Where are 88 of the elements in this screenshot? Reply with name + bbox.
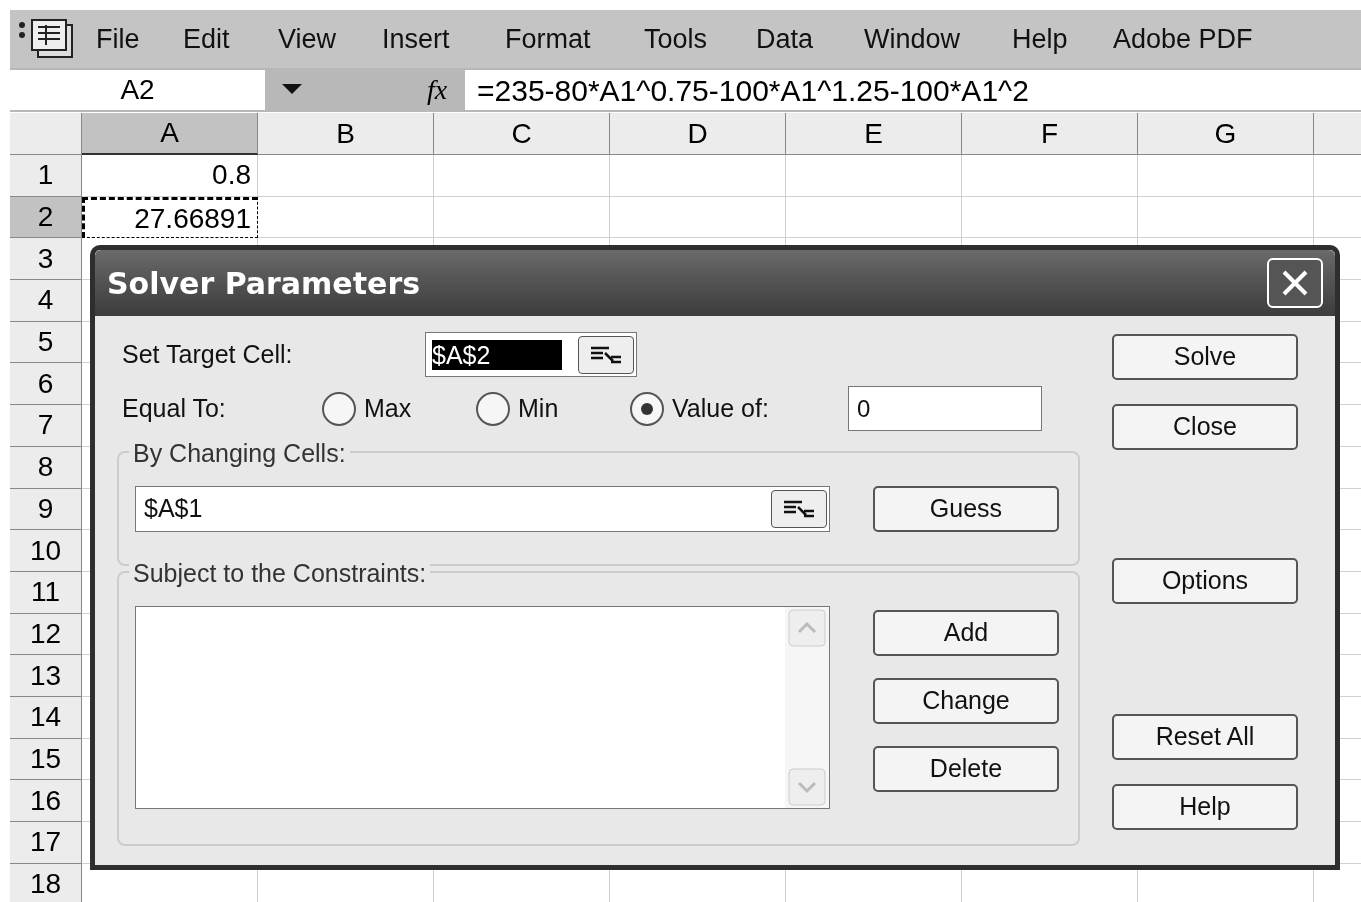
row-header[interactable]: 12 xyxy=(10,613,82,656)
column-header[interactable] xyxy=(1314,113,1361,155)
table-cell[interactable] xyxy=(258,196,434,239)
row-header[interactable]: 7 xyxy=(10,405,82,447)
changing-cells-value: $A$1 xyxy=(144,493,203,525)
table-cell[interactable] xyxy=(962,155,1138,197)
scroll-down-icon[interactable] xyxy=(788,768,826,806)
row-header[interactable]: 18 xyxy=(10,863,82,902)
menu-item[interactable]: Insert xyxy=(382,18,505,60)
menu-item[interactable]: Format xyxy=(505,18,644,60)
row-header[interactable]: 8 xyxy=(10,446,82,489)
row-header[interactable]: 6 xyxy=(10,363,82,406)
table-cell[interactable] xyxy=(786,196,962,239)
row-header[interactable]: 14 xyxy=(10,696,82,739)
guess-button[interactable]: Guess xyxy=(873,486,1059,532)
value-of-field[interactable]: 0 xyxy=(848,386,1042,431)
column-header[interactable]: B xyxy=(258,113,434,155)
insert-function-button[interactable]: fx xyxy=(427,69,465,111)
select-all-corner[interactable] xyxy=(10,113,82,155)
collapse-dialog-button[interactable] xyxy=(578,335,634,374)
table-cell[interactable] xyxy=(610,196,786,239)
changing-cells-field[interactable]: $A$1 xyxy=(135,486,830,532)
column-header[interactable]: F xyxy=(962,113,1138,155)
formula-field[interactable]: =235-80*A1^0.75-100*A1^1.25-100*A1^2 xyxy=(465,70,1361,110)
equal-to-label: Equal To: xyxy=(121,392,227,424)
row-header[interactable]: 11 xyxy=(10,571,82,614)
range-select-icon xyxy=(782,499,816,519)
column-header[interactable]: A xyxy=(82,113,258,155)
dialog-button[interactable]: Close xyxy=(1112,404,1298,450)
constraint-button[interactable]: Change xyxy=(873,678,1059,724)
table-cell[interactable]: 27.66891 xyxy=(82,196,258,239)
name-box[interactable]: A2 xyxy=(10,70,265,110)
row-header[interactable]: 10 xyxy=(10,530,82,572)
column-header[interactable]: G xyxy=(1138,113,1314,155)
radio-button[interactable] xyxy=(630,391,664,426)
row-header[interactable]: 16 xyxy=(10,780,82,822)
constraint-button[interactable]: Delete xyxy=(873,746,1059,792)
menu-item[interactable]: Data xyxy=(756,18,864,60)
dialog-title: Solver Parameters xyxy=(107,264,421,303)
radio-option[interactable]: Max xyxy=(322,389,476,428)
collapse-dialog-button[interactable] xyxy=(771,490,827,528)
row-header[interactable]: 2 xyxy=(10,196,82,239)
range-select-icon xyxy=(589,344,623,365)
table-cell[interactable] xyxy=(786,155,962,197)
close-button[interactable] xyxy=(1267,258,1323,308)
table-cell[interactable] xyxy=(434,155,610,197)
row-header[interactable]: 5 xyxy=(10,321,82,364)
constraints-list[interactable] xyxy=(135,606,830,809)
menu-item[interactable]: Tools xyxy=(644,18,756,60)
menu-item[interactable]: File xyxy=(96,18,183,60)
table-cell[interactable] xyxy=(610,155,786,197)
table-cell[interactable] xyxy=(258,155,434,197)
column-header[interactable]: E xyxy=(786,113,962,155)
constraint-button[interactable]: Add xyxy=(873,610,1059,656)
menu-item[interactable]: Adobe PDF xyxy=(1113,18,1273,60)
column-header[interactable]: C xyxy=(434,113,610,155)
row-header[interactable]: 3 xyxy=(10,238,82,281)
table-cell[interactable] xyxy=(434,196,610,239)
scrollbar[interactable] xyxy=(785,607,829,808)
close-icon xyxy=(1280,268,1310,298)
table-cell[interactable]: 0.8 xyxy=(82,155,258,197)
row-header[interactable]: 13 xyxy=(10,655,82,697)
table-cell[interactable] xyxy=(962,196,1138,239)
target-cell-label: Set Target Cell: xyxy=(121,338,294,370)
dialog-button[interactable]: Solve xyxy=(1112,334,1298,380)
column-header[interactable]: D xyxy=(610,113,786,155)
radio-button[interactable] xyxy=(476,391,510,426)
table-cell[interactable] xyxy=(1138,196,1314,239)
menu-item[interactable]: Edit xyxy=(183,18,278,60)
table-cell[interactable] xyxy=(1138,155,1314,197)
menu-item[interactable]: Help xyxy=(1012,18,1113,60)
menu-item[interactable]: Window xyxy=(864,18,1012,60)
row-header[interactable]: 9 xyxy=(10,488,82,531)
scroll-up-icon[interactable] xyxy=(788,609,826,647)
menu-item[interactable]: View xyxy=(278,18,382,60)
dialog-button[interactable]: Reset All xyxy=(1112,714,1298,760)
target-cell-value: $A$2 xyxy=(432,339,562,370)
dropdown-arrow-icon[interactable] xyxy=(282,84,302,96)
dialog-button[interactable]: Options xyxy=(1112,558,1298,604)
row-header[interactable]: 4 xyxy=(10,280,82,322)
radio-option[interactable]: Value of: xyxy=(630,389,848,428)
radio-option[interactable]: Min xyxy=(476,389,630,428)
dialog-button[interactable]: Help xyxy=(1112,784,1298,830)
radio-button[interactable] xyxy=(322,391,356,426)
target-cell-field[interactable]: $A$2 xyxy=(425,332,637,377)
row-header[interactable]: 1 xyxy=(10,155,82,197)
row-header[interactable]: 15 xyxy=(10,738,82,781)
row-header[interactable]: 17 xyxy=(10,822,82,864)
